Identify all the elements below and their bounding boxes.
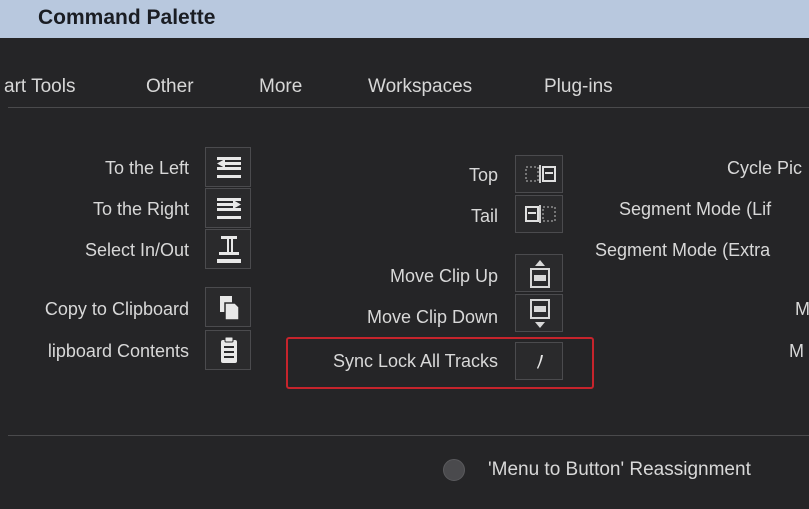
sync-lock-label: Sync Lock All Tracks <box>332 351 498 371</box>
window-title: Command Palette <box>38 6 216 29</box>
to-the-right-label: To the Right <box>92 199 189 219</box>
move-clip-down-icon <box>530 299 550 328</box>
move-clip-down-button[interactable] <box>515 294 563 332</box>
tab-divider <box>8 107 809 108</box>
tab-workspaces[interactable]: Workspaces <box>368 76 472 98</box>
title-bar: Command Palette <box>0 0 809 38</box>
footer-divider <box>8 435 809 436</box>
lift-left-icon <box>217 157 241 178</box>
select-in-out-button[interactable] <box>205 229 251 269</box>
clipboard-contents-button[interactable] <box>205 330 251 370</box>
tail-button[interactable] <box>515 195 563 233</box>
cycle-picture-label[interactable]: Cycle Pic <box>727 158 802 179</box>
top-icon <box>525 165 556 183</box>
right-command-m1-label[interactable]: M <box>795 299 809 320</box>
lift-left-button[interactable] <box>205 147 251 187</box>
menu-to-button-radio[interactable] <box>443 459 465 481</box>
tail-label: Tail <box>470 206 498 226</box>
lift-right-button[interactable] <box>205 188 251 228</box>
tail-icon <box>525 205 556 223</box>
sync-lock-icon <box>537 355 543 369</box>
segment-mode-lift-label[interactable]: Segment Mode (Lif <box>619 199 771 220</box>
copy-icon <box>220 296 240 321</box>
top-button[interactable] <box>515 155 563 193</box>
copy-to-clipboard-label: Copy to Clipboard <box>44 299 189 319</box>
clipboard-icon <box>221 336 237 363</box>
select-in-out-icon <box>217 236 241 263</box>
move-clip-down-label: Move Clip Down <box>366 307 498 327</box>
segment-mode-extract-label[interactable]: Segment Mode (Extra <box>595 240 770 261</box>
move-clip-up-icon <box>530 260 550 288</box>
tab-more[interactable]: More <box>259 76 302 98</box>
tab-other[interactable]: Other <box>146 76 194 98</box>
copy-to-clipboard-button[interactable] <box>205 287 251 327</box>
move-clip-up-label: Move Clip Up <box>389 266 498 286</box>
move-clip-up-button[interactable] <box>515 254 563 292</box>
to-the-left-label: To the Left <box>104 158 189 178</box>
right-command-m2-label[interactable]: M <box>789 341 804 362</box>
menu-to-button-label[interactable]: 'Menu to Button' Reassignment <box>488 459 751 481</box>
lift-right-icon <box>217 198 241 219</box>
tab-plug-ins[interactable]: Plug-ins <box>544 76 613 98</box>
tab-smart-tools[interactable]: art Tools <box>4 76 75 98</box>
top-label: Top <box>468 165 498 185</box>
select-in-out-label: Select In/Out <box>84 240 189 260</box>
sync-lock-button[interactable] <box>515 342 563 380</box>
clipboard-contents-label: lipboard Contents <box>47 341 189 361</box>
